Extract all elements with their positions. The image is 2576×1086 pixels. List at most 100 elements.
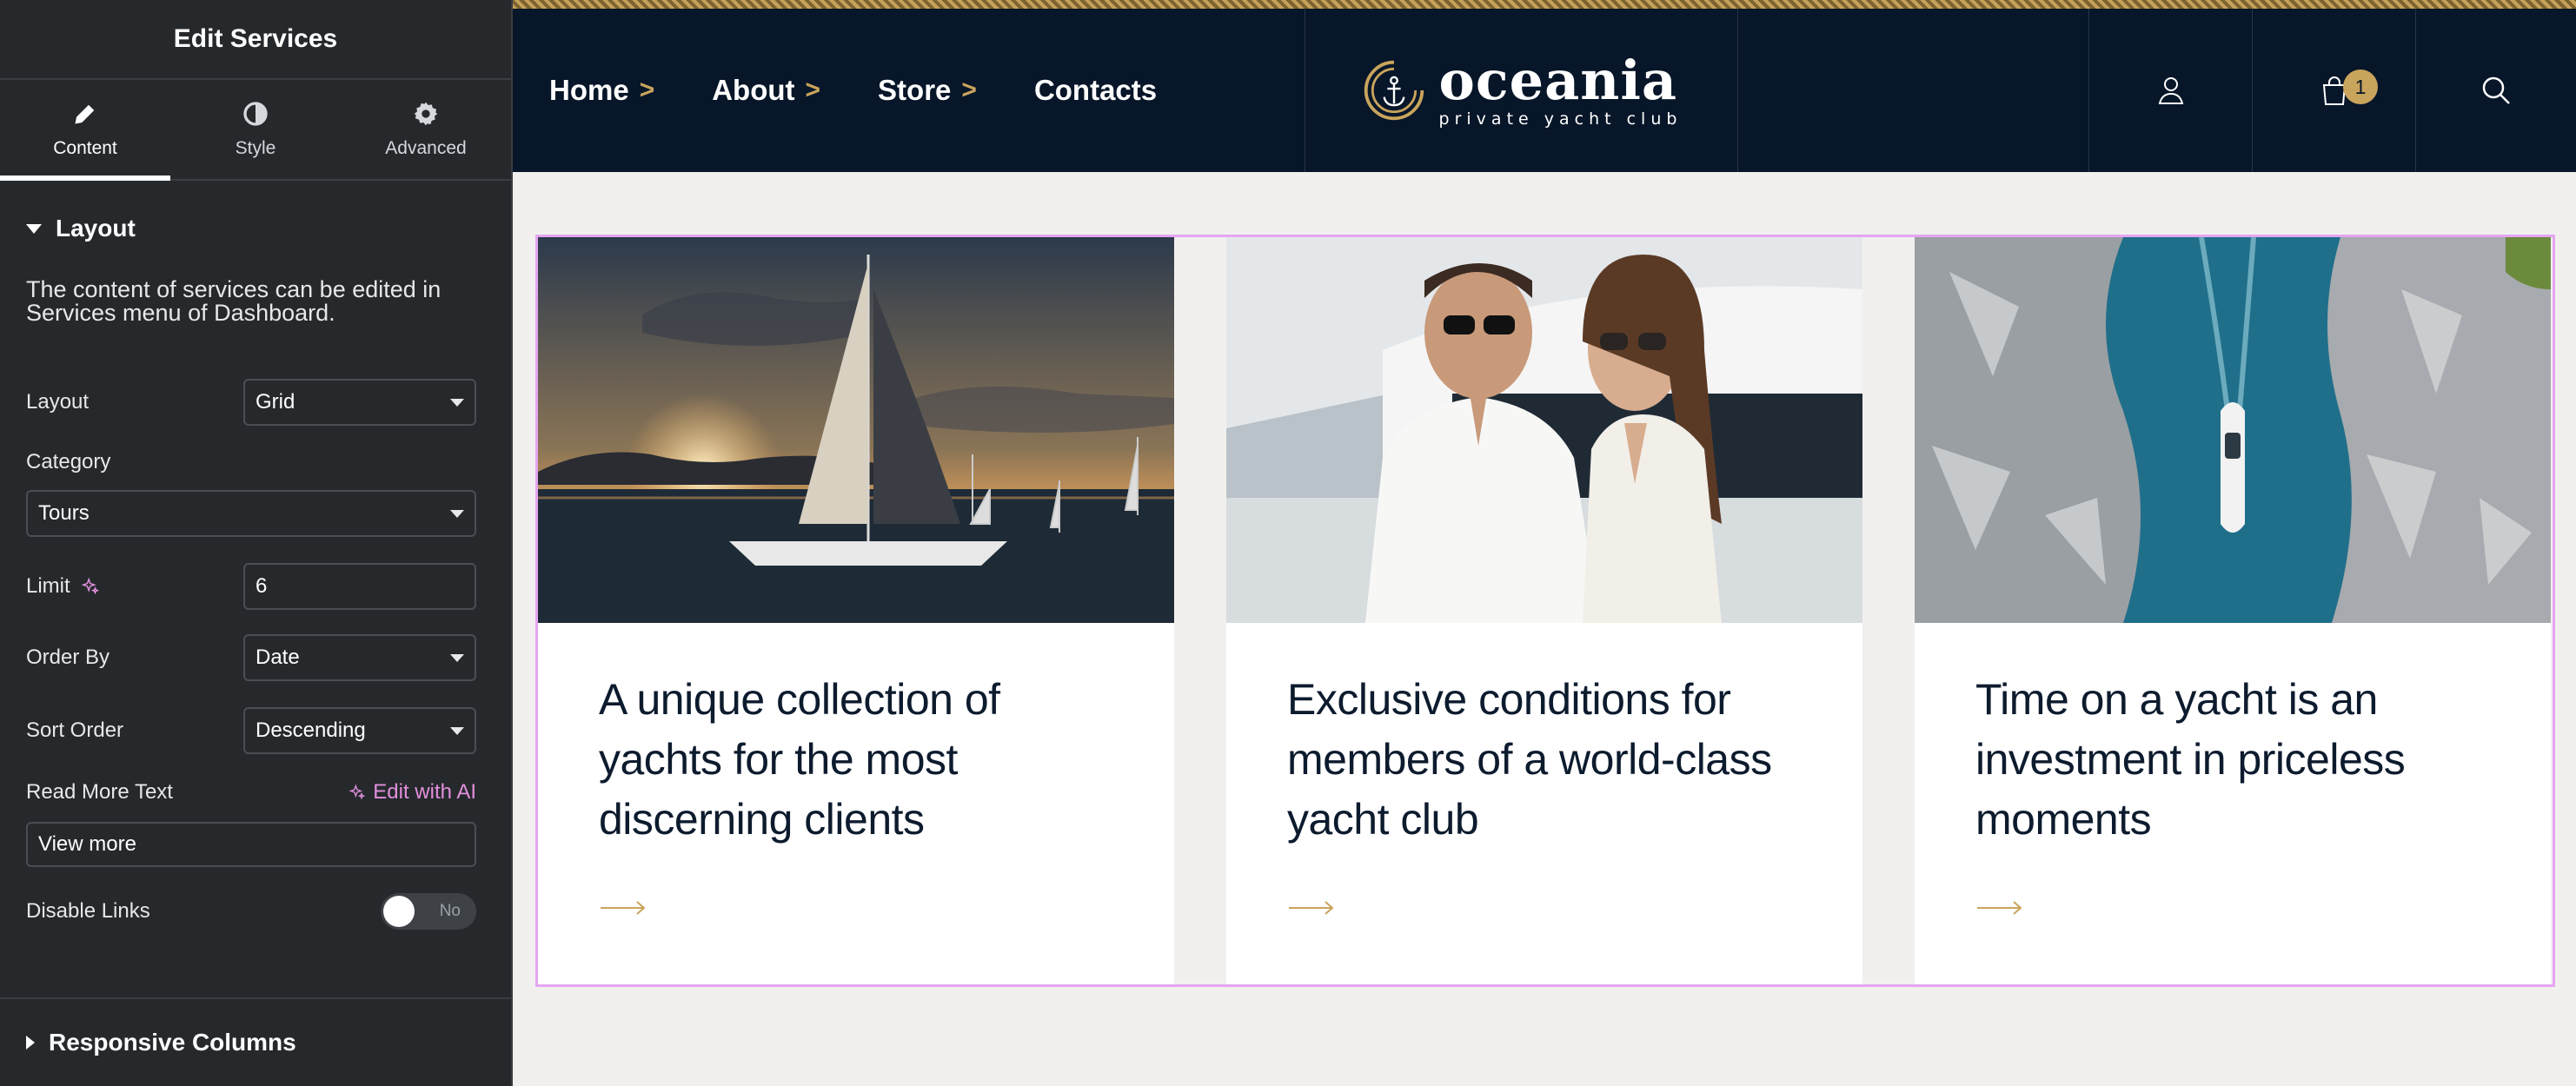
- chevron-right-icon: >: [639, 76, 655, 104]
- category-value: Tours: [38, 501, 90, 525]
- layout-value: Grid: [256, 390, 295, 414]
- chevron-right-icon: >: [805, 76, 821, 104]
- nav-item-label: Home: [549, 74, 629, 106]
- service-title: Time on a yacht is an investment in pric…: [1975, 675, 2406, 844]
- nav-item-about[interactable]: About >: [712, 74, 820, 107]
- arrow-right-icon[interactable]: [601, 899, 647, 917]
- panel-title: Edit Services: [0, 0, 511, 80]
- layout-section-title: Layout: [56, 215, 136, 242]
- top-stripe: [513, 0, 2576, 9]
- edit-with-ai-label: Edit with AI: [373, 780, 476, 804]
- order-by-select[interactable]: Date: [243, 634, 476, 681]
- edit-with-ai-link[interactable]: Edit with AI: [349, 780, 476, 805]
- dropdown-arrow-icon: [450, 509, 464, 518]
- site-preview: Home > About > Store > Contacts oceania …: [513, 0, 2576, 1086]
- site-logo[interactable]: oceania private yacht club: [1305, 9, 1738, 172]
- caret-down-icon: [26, 223, 42, 234]
- header-spacer: [1738, 9, 2089, 172]
- sailboat-illustration: [538, 237, 1174, 623]
- gear-icon: [414, 102, 438, 126]
- responsive-section-toggle[interactable]: Responsive Columns: [0, 1006, 322, 1079]
- disable-links-toggle[interactable]: No: [381, 893, 476, 930]
- section-divider: [0, 997, 511, 999]
- tab-content[interactable]: Content: [0, 80, 170, 181]
- logo-name: oceania: [1438, 48, 1678, 112]
- nav-item-label: Contacts: [1033, 74, 1158, 106]
- anchor-logo-icon: [1364, 60, 1424, 121]
- services-note: The content of services can be edited in…: [26, 276, 442, 326]
- main-nav: Home > About > Store > Contacts: [513, 9, 1305, 172]
- limit-label: Limit: [26, 574, 70, 598]
- dropdown-arrow-icon: [450, 398, 464, 407]
- disable-links-label: Disable Links: [26, 899, 150, 923]
- sort-order-label: Sort Order: [26, 718, 124, 742]
- yacht-aerial-photo[interactable]: [1915, 237, 2551, 623]
- category-row: Tours: [26, 490, 476, 537]
- nav-item-contacts[interactable]: Contacts: [1034, 74, 1157, 107]
- layout-section-toggle[interactable]: Layout: [0, 195, 511, 262]
- couple-on-yacht-photo[interactable]: [1226, 237, 1862, 623]
- read-more-value: View more: [38, 832, 136, 856]
- sort-order-select[interactable]: Descending: [243, 707, 476, 754]
- panel-tabs: Content Style Advanced: [0, 80, 511, 181]
- cart-button[interactable]: 1: [2253, 9, 2416, 172]
- chevron-right-icon: >: [961, 76, 977, 104]
- disable-links-row: Disable Links No: [26, 893, 476, 930]
- limit-value: 6: [256, 574, 268, 598]
- search-button[interactable]: [2416, 9, 2576, 172]
- yacht-aerial-illustration: [1915, 237, 2551, 623]
- arrow-right-icon[interactable]: [1977, 899, 2024, 917]
- search-icon: [2482, 76, 2510, 104]
- category-select[interactable]: Tours: [26, 490, 476, 537]
- limit-row: Limit 6: [26, 563, 476, 610]
- editor-panel: Edit Services Content Style Advanced Lay…: [0, 0, 513, 1086]
- site-header: Home > About > Store > Contacts oceania …: [513, 9, 2576, 172]
- service-card[interactable]: A unique collection of yachts for the mo…: [538, 237, 1174, 984]
- dropdown-arrow-icon: [450, 653, 464, 662]
- order-by-value: Date: [256, 646, 300, 669]
- service-title: A unique collection of yachts for the mo…: [599, 675, 1000, 844]
- service-card[interactable]: Time on a yacht is an investment in pric…: [1915, 237, 2551, 984]
- nav-item-store[interactable]: Store >: [878, 74, 977, 107]
- tab-advanced[interactable]: Advanced: [341, 80, 511, 179]
- order-by-row: Order By Date: [26, 634, 476, 681]
- ai-sparkle-icon: [81, 577, 99, 595]
- arrow-right-icon[interactable]: [1289, 899, 1336, 917]
- cart-count-badge: 1: [2343, 70, 2378, 104]
- half-circle-icon: [243, 102, 268, 126]
- category-label-row: Category: [26, 450, 476, 474]
- category-label: Category: [26, 450, 111, 473]
- read-more-label: Read More Text: [26, 780, 173, 804]
- nav-item-label: About: [712, 74, 795, 106]
- nav-item-home[interactable]: Home >: [549, 74, 654, 107]
- services-grid[interactable]: A unique collection of yachts for the mo…: [535, 235, 2555, 987]
- couple-illustration: [1226, 237, 1862, 623]
- tab-style[interactable]: Style: [170, 80, 341, 179]
- pencil-icon: [75, 104, 95, 124]
- logo-tagline: private yacht club: [1438, 109, 1683, 129]
- dropdown-arrow-icon: [450, 726, 464, 735]
- sort-order-row: Sort Order Descending: [26, 707, 476, 754]
- tab-content-label: Content: [53, 138, 117, 158]
- responsive-section-title: Responsive Columns: [49, 1029, 296, 1056]
- order-by-label: Order By: [26, 646, 110, 669]
- sailboat-sunset-photo[interactable]: [538, 237, 1174, 623]
- account-button[interactable]: [2089, 9, 2253, 172]
- service-card[interactable]: Exclusive conditions for members of a wo…: [1226, 237, 1862, 984]
- nav-item-label: Store: [878, 74, 952, 106]
- layout-row: Layout Grid: [26, 379, 476, 426]
- ai-sparkle-icon: [349, 784, 366, 800]
- sort-order-value: Descending: [256, 718, 366, 742]
- layout-label: Layout: [26, 390, 90, 414]
- read-more-input[interactable]: View more: [26, 822, 476, 867]
- service-title: Exclusive conditions for members of a wo…: [1287, 675, 1772, 844]
- limit-input[interactable]: 6: [243, 563, 476, 610]
- caret-right-icon: [26, 1036, 35, 1050]
- read-more-label-row: Read More Text Edit with AI: [26, 780, 476, 805]
- toggle-knob: [383, 896, 415, 927]
- layout-select[interactable]: Grid: [243, 379, 476, 426]
- toggle-state: No: [439, 902, 461, 920]
- user-icon: [2158, 77, 2183, 104]
- read-more-row: View more: [26, 822, 476, 867]
- tab-style-label: Style: [235, 138, 276, 158]
